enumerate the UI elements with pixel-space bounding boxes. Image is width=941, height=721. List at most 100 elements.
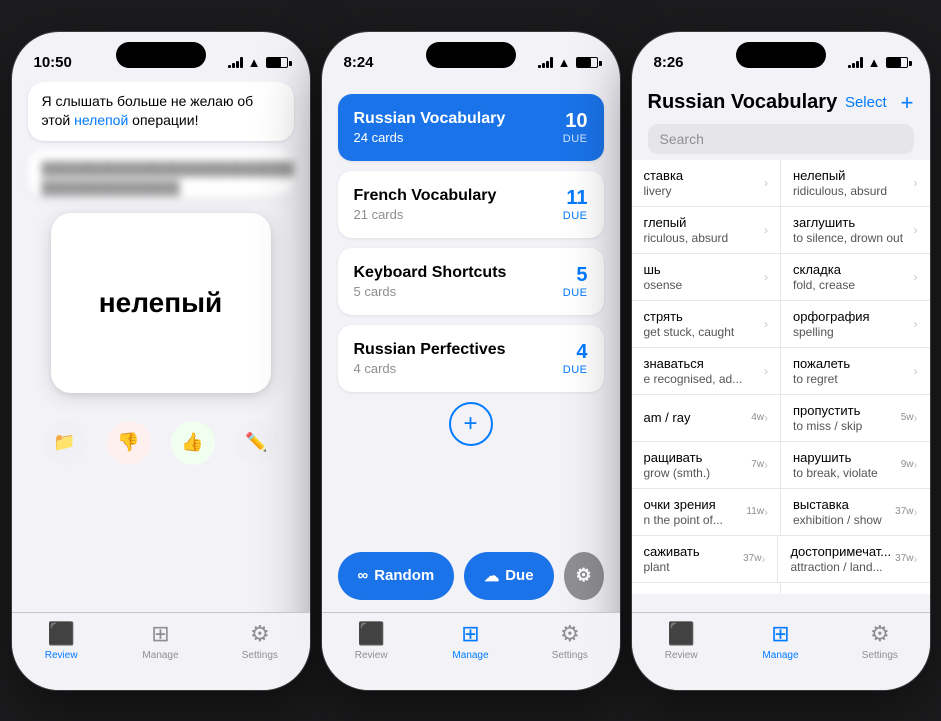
deck-due-count-3: 4 [563, 341, 588, 364]
vocab-cell-right-7[interactable]: выставка exhibition / show 37w › [781, 489, 930, 535]
vocab-cell-left-0[interactable]: ставка livery › [632, 160, 782, 206]
dislike-button[interactable]: 👎 [107, 421, 151, 465]
settings-tab-icon-1: ⚙ [250, 621, 270, 647]
vocab-word-right-5: пропустить [793, 403, 897, 418]
tab-review-label-3: Review [665, 650, 698, 661]
vocab-cell-right-0[interactable]: нелепый ridiculous, absurd › [781, 160, 930, 206]
thumbs-up-icon: 👍 [181, 432, 203, 453]
vocab-badge-left-5: 4w [751, 412, 764, 423]
edit-button[interactable]: ✏️ [235, 421, 279, 465]
vocab-row-5[interactable]: am / ray 4w › пропустить to miss / skip … [632, 395, 930, 442]
deck-card-0[interactable]: Russian Vocabulary 24 cards 10 DUE [338, 94, 604, 161]
chat-highlight: нелепой [74, 112, 128, 128]
vocab-word-right-4: пожалеть [793, 356, 914, 371]
phone-manage: 8:24 ▲ Russian Vocabulary [321, 31, 621, 691]
dynamic-island-2 [426, 42, 516, 68]
vocab-cell-right-5[interactable]: пропустить to miss / skip 5w › [781, 395, 930, 441]
vocab-word-left-7: очки зрения [644, 497, 743, 512]
vocab-word-left-2: шь [644, 262, 765, 277]
vocab-cell-left-5[interactable]: am / ray 4w › [632, 395, 782, 441]
vocab-cell-left-7[interactable]: очки зрения n the point of... 11w › [632, 489, 782, 535]
battery-icon-2 [576, 57, 598, 68]
vocab-word-left-3: стрять [644, 309, 765, 324]
due-button[interactable]: ☁ Due [464, 552, 553, 600]
dynamic-island-3 [736, 42, 826, 68]
vocab-row-4[interactable]: знаваться e recognised, ad... › пожалеть… [632, 348, 930, 395]
deck-card-1[interactable]: French Vocabulary 21 cards 11 DUE [338, 171, 604, 238]
flashcard[interactable]: нелепый [51, 213, 271, 393]
chevron-icon-left-5: › [764, 411, 768, 425]
deck-name-1: French Vocabulary [354, 187, 497, 205]
tab-review-3[interactable]: ⬛ Review [632, 621, 731, 661]
tab-settings-1[interactable]: ⚙ Settings [210, 621, 309, 661]
chevron-icon-left-7: › [764, 505, 768, 519]
vocab-badge-left-8: 37w [743, 553, 761, 564]
gear-icon: ⚙ [575, 565, 591, 586]
deck-card-3[interactable]: Russian Perfectives 4 cards 4 DUE [338, 325, 604, 392]
vocab-cell-right-9[interactable]: улитка snail 43w › [781, 583, 930, 594]
vocab-cell-content-right-0: нелепый ridiculous, absurd [793, 168, 914, 198]
tab-settings-2[interactable]: ⚙ Settings [520, 621, 619, 661]
add-vocab-button[interactable]: + [901, 90, 914, 116]
vocab-cell-right-1[interactable]: заглушить to silence, drown out › [781, 207, 930, 253]
vocab-cell-left-4[interactable]: знаваться e recognised, ad... › [632, 348, 782, 394]
add-deck-button[interactable]: + [449, 402, 493, 446]
vocab-row-8[interactable]: саживать plant 37w › достопримечат... at… [632, 536, 930, 583]
vocab-cell-content-left-4: знаваться e recognised, ad... [644, 356, 765, 386]
vocab-row-1[interactable]: глепый riculous, absurd › заглушить to s… [632, 207, 930, 254]
chevron-icon-right-6: › [914, 458, 918, 472]
like-button[interactable]: 👍 [171, 421, 215, 465]
chevron-icon-right-2: › [914, 270, 918, 284]
vocab-trans-right-3: spelling [793, 325, 914, 339]
vocab-cell-right-2[interactable]: складка fold, crease › [781, 254, 930, 300]
search-bar[interactable]: Search [648, 124, 914, 154]
vocab-trans-left-4: e recognised, ad... [644, 372, 765, 386]
vocab-cell-right-8[interactable]: достопримечат... attraction / land... 37… [778, 536, 929, 582]
folder-button[interactable]: 📁 [43, 421, 87, 465]
vocab-row-3[interactable]: стрять get stuck, caught › орфография sp… [632, 301, 930, 348]
vocab-cell-left-9[interactable]: кусить bite off 39w › [632, 583, 782, 594]
vocab-cell-left-8[interactable]: саживать plant 37w › [632, 536, 779, 582]
tab-bar-1: ⬛ Review ⊞ Manage ⚙ Settings [12, 612, 310, 690]
vocab-cell-left-6[interactable]: ращивать grow (smth.) 7w › [632, 442, 782, 488]
deck-settings-button[interactable]: ⚙ [564, 552, 604, 600]
chat-text-after: операции! [128, 112, 198, 128]
tab-manage-3[interactable]: ⊞ Manage [731, 621, 830, 661]
infinity-icon: ∞ [358, 567, 369, 584]
vocab-cell-left-1[interactable]: глепый riculous, absurd › [632, 207, 782, 253]
vocab-cell-content-right-7: выставка exhibition / show [793, 497, 891, 527]
vocab-row-6[interactable]: ращивать grow (smth.) 7w › нарушить to b… [632, 442, 930, 489]
vocab-cell-content-left-8: саживать plant [644, 544, 740, 574]
tab-manage-2[interactable]: ⊞ Manage [421, 621, 520, 661]
select-button[interactable]: Select [845, 94, 887, 111]
vocab-cell-right-6[interactable]: нарушить to break, violate 9w › [781, 442, 930, 488]
dynamic-island [116, 42, 206, 68]
flashcard-word: нелепый [99, 287, 223, 319]
deck-due-label-2: DUE [563, 287, 588, 299]
tab-review-1[interactable]: ⬛ Review [12, 621, 111, 661]
chevron-icon-left-8: › [761, 552, 765, 566]
deck-card-2[interactable]: Keyboard Shortcuts 5 cards 5 DUE [338, 248, 604, 315]
vocab-row-0[interactable]: ставка livery › нелепый ridiculous, absu… [632, 160, 930, 207]
tab-review-2[interactable]: ⬛ Review [322, 621, 421, 661]
deck-list: Russian Vocabulary 24 cards 10 DUE Frenc… [322, 82, 620, 468]
vocab-cell-left-3[interactable]: стрять get stuck, caught › [632, 301, 782, 347]
tab-bar-2: ⬛ Review ⊞ Manage ⚙ Settings [322, 612, 620, 690]
chevron-icon-left-0: › [764, 176, 768, 190]
vocab-cell-content-right-9: улитка snail [793, 591, 891, 594]
review-tab-icon-3: ⬛ [667, 621, 694, 647]
vocab-cell-right-3[interactable]: орфография spelling › [781, 301, 930, 347]
vocab-row-9[interactable]: кусить bite off 39w › улитка snail 43w › [632, 583, 930, 594]
due-label: Due [505, 567, 533, 584]
vocab-cell-left-2[interactable]: шь osense › [632, 254, 782, 300]
tab-manage-1[interactable]: ⊞ Manage [111, 621, 210, 661]
vocab-row-7[interactable]: очки зрения n the point of... 11w › выст… [632, 489, 930, 536]
random-button[interactable]: ∞ Random [338, 552, 455, 600]
wifi-icon-2: ▲ [558, 55, 571, 70]
vocab-cell-right-4[interactable]: пожалеть to regret › [781, 348, 930, 394]
tab-settings-3[interactable]: ⚙ Settings [830, 621, 929, 661]
vocab-row-2[interactable]: шь osense › складка fold, crease › [632, 254, 930, 301]
tab-settings-label-3: Settings [862, 650, 898, 661]
vocab-trans-left-8: plant [644, 560, 740, 574]
phone-vocab: 8:26 ▲ Russian Vocabulary Select + [631, 31, 931, 691]
